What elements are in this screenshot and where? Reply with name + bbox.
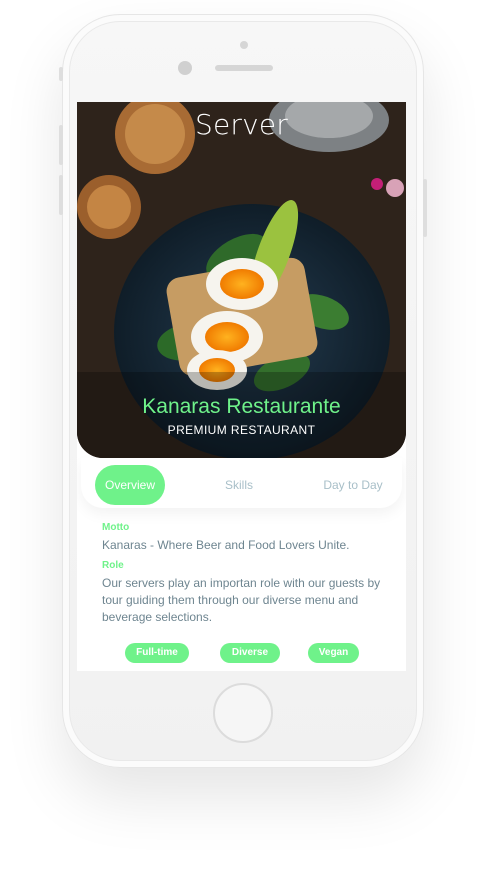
tab-overview[interactable]: Overview	[95, 465, 165, 505]
tag-vegan[interactable]: Vegan	[308, 643, 359, 663]
restaurant-type: PREMIUM RESTAURANT	[167, 423, 316, 437]
proximity-sensor	[240, 41, 248, 49]
tag-full-time[interactable]: Full-time	[125, 643, 189, 663]
motto-label: Motto	[102, 522, 130, 533]
power-button	[423, 179, 427, 237]
mute-switch	[59, 67, 63, 81]
tab-bar: Overview Skills Day to Day	[81, 458, 402, 508]
tab-day-to-day[interactable]: Day to Day	[317, 465, 389, 505]
role-label: Role	[102, 560, 124, 571]
motto-text: Kanaras - Where Beer and Food Lovers Uni…	[102, 538, 350, 552]
earpiece-speaker	[215, 65, 273, 71]
app-screen: Server Kanaras Restaurante PREMIUM RESTA…	[77, 102, 406, 671]
role-text: Our servers play an importan role with o…	[102, 576, 381, 624]
tag-diverse[interactable]: Diverse	[220, 643, 280, 663]
volume-down-button	[59, 175, 63, 215]
home-button[interactable]	[213, 683, 273, 743]
volume-up-button	[59, 125, 63, 165]
tab-skills[interactable]: Skills	[209, 465, 269, 505]
front-camera	[178, 61, 192, 75]
hero-image: Server Kanaras Restaurante PREMIUM RESTA…	[77, 102, 406, 458]
restaurant-name: Kanaras Restaurante	[142, 395, 341, 418]
page-title: Server	[194, 108, 289, 141]
